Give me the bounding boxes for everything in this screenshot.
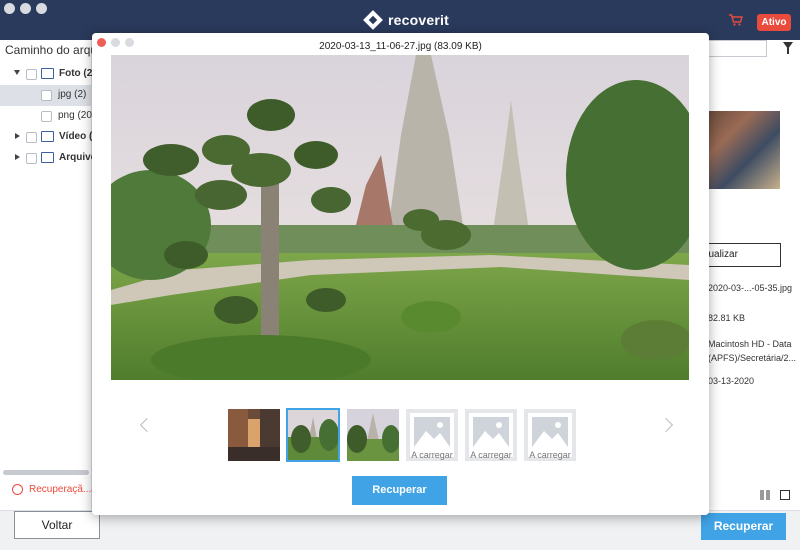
app-logo-text: recoverit: [388, 12, 449, 28]
file-path-value: Macintosh HD - Data: [708, 339, 792, 349]
activate-button[interactable]: Ativo: [757, 14, 791, 31]
tree-item-label: Foto (22): [59, 68, 92, 79]
bottom-bar: [0, 510, 800, 550]
loading-label: A carregar: [529, 450, 571, 460]
app-logo: recoverit: [363, 10, 449, 30]
image-placeholder-icon: [532, 417, 568, 447]
chevron-down-icon[interactable]: [14, 70, 20, 75]
tree-item-label: png (20): [58, 110, 92, 121]
recoverit-logo-icon: [363, 10, 383, 30]
chevron-right-icon[interactable]: [15, 133, 20, 139]
view-toggle: [760, 490, 790, 500]
next-arrow-icon[interactable]: [658, 417, 674, 433]
tree-item-label: Vídeo (1): [59, 131, 92, 142]
tree-item-png[interactable]: png (20): [0, 106, 92, 127]
filter-icon[interactable]: [783, 42, 793, 54]
video-icon: [41, 131, 54, 142]
refresh-preview-button[interactable]: Atualizar: [708, 243, 781, 267]
thumbnail[interactable]: [347, 409, 399, 461]
checkbox[interactable]: [41, 111, 52, 122]
image-placeholder-icon: [473, 417, 509, 447]
tree-item-jpg[interactable]: jpg (2): [0, 85, 92, 106]
cart-icon[interactable]: [729, 14, 743, 26]
previous-arrow-icon[interactable]: [139, 417, 155, 433]
file-path-value-2: (APFS)/Secretária/2...: [708, 353, 797, 363]
tree-item-foto[interactable]: Foto (22): [0, 64, 92, 85]
tree-item-arquivo[interactable]: Arquivo: [0, 148, 92, 169]
search-input[interactable]: [708, 40, 767, 57]
recovery-icon: [12, 484, 23, 495]
grid-view-icon[interactable]: [760, 490, 770, 500]
tree-item-video[interactable]: Vídeo (1): [0, 127, 92, 148]
horizontal-scrollbar[interactable]: [3, 470, 89, 475]
tree-item-label: Arquivo: [59, 152, 92, 163]
window-zoom-button[interactable]: [36, 3, 47, 14]
archive-icon: [41, 152, 54, 163]
file-path-panel: Caminho do arquivo Foto (22) jpg (2) png…: [0, 40, 141, 510]
list-view-icon[interactable]: [780, 490, 790, 500]
thumbnail-selected[interactable]: [286, 408, 340, 462]
tree-item-label: jpg (2): [58, 89, 87, 100]
preview-modal: 2020-03-13_11-06-27.jpg (83.09 KB) A car…: [92, 33, 709, 515]
image-placeholder-icon: [414, 417, 450, 447]
chevron-right-icon[interactable]: [15, 154, 20, 160]
checkbox[interactable]: [41, 90, 52, 101]
file-size-value: 82.81 KB: [708, 313, 746, 323]
photo-icon: [41, 68, 54, 79]
modal-recover-button[interactable]: Recuperar: [352, 476, 447, 505]
checkbox[interactable]: [26, 132, 37, 143]
modal-title: 2020-03-13_11-06-27.jpg (83.09 KB): [319, 41, 482, 52]
thumbnail[interactable]: [228, 409, 280, 461]
photo-preview: [111, 55, 689, 380]
recover-button[interactable]: Recuperar: [701, 513, 786, 540]
file-date-value: 03-13-2020: [708, 376, 755, 386]
details-panel: Atualizar 2020-03-...-05-35.jpg 82.81 KB…: [708, 40, 800, 510]
loading-label: A carregar: [411, 450, 453, 460]
window-minimize-button[interactable]: [20, 3, 31, 14]
checkbox[interactable]: [26, 69, 37, 80]
back-button[interactable]: Voltar: [14, 511, 100, 539]
loading-label: A carregar: [470, 450, 512, 460]
window-close-button[interactable]: [4, 3, 15, 14]
file-name-value: 2020-03-...-05-35.jpg: [708, 283, 793, 293]
checkbox[interactable]: [26, 153, 37, 164]
preview-thumbnail: [708, 111, 780, 189]
